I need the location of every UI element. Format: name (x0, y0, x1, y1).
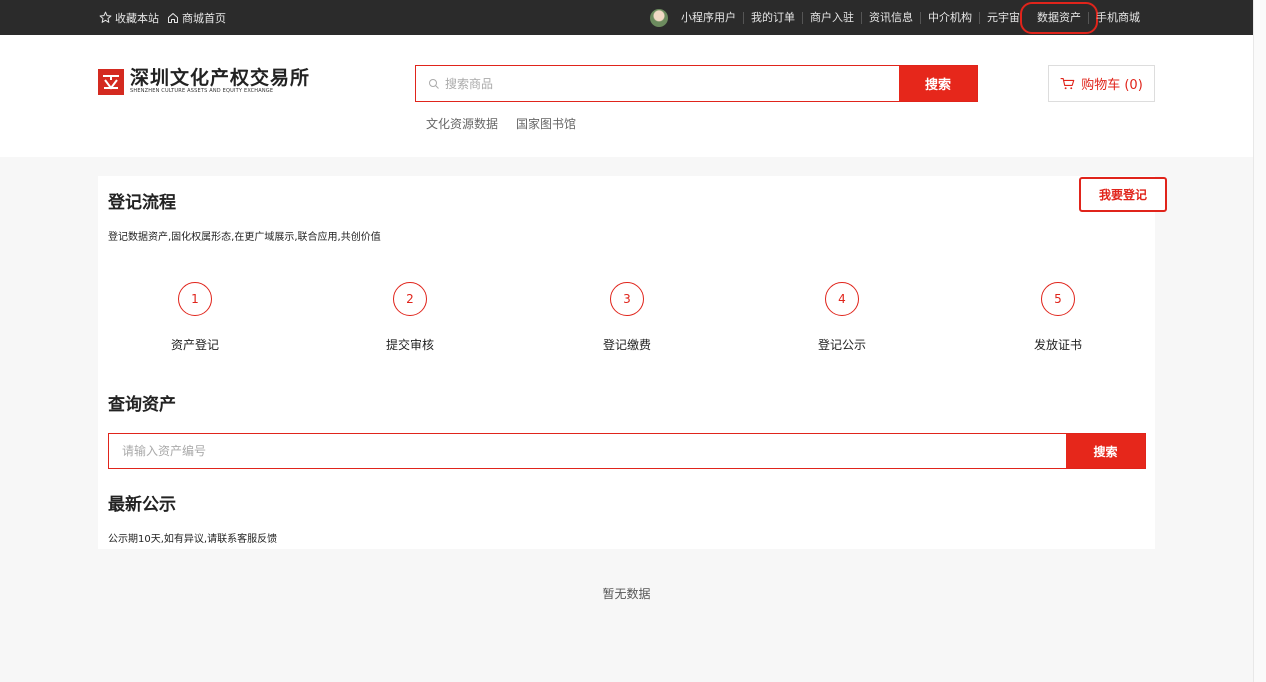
top-bar-right: 小程序用户 我的订单 商户入驻 资讯信息 中介机构 元宇宙 数据资产 手机商城 (650, 0, 1147, 35)
step-label: 登记缴费 (602, 338, 651, 352)
process-desc: 登记数据资产,固化权属形态,在更广域展示,联合应用,共创价值 (108, 232, 381, 243)
hot-link-national-library[interactable]: 国家图书馆 (516, 115, 576, 132)
hot-link-culture-data[interactable]: 文化资源数据 (426, 115, 498, 132)
step-label: 登记公示 (817, 338, 866, 352)
nav-mobile-mall[interactable]: 手机商城 (1088, 11, 1147, 24)
logo-mark-icon (98, 68, 124, 95)
nav-my-orders[interactable]: 我的订单 (743, 11, 802, 24)
asset-search-button[interactable]: 搜索 (1066, 434, 1145, 468)
step-2: 2 提交审核 (365, 282, 455, 353)
favorite-link[interactable]: 收藏本站 (99, 10, 159, 26)
home-link[interactable]: 商城首页 (167, 10, 226, 26)
step-5: 5 发放证书 (1013, 282, 1103, 353)
process-title: 登记流程 (108, 193, 176, 213)
cart-label: 购物车 (0) (1081, 78, 1143, 93)
product-search-input[interactable] (445, 76, 845, 91)
asset-query: 搜索 (108, 433, 1146, 469)
step-label: 发放证书 (1033, 338, 1082, 352)
favorite-label: 收藏本站 (115, 11, 159, 25)
product-search-button[interactable]: 搜索 (899, 66, 977, 101)
cart-button[interactable]: 购物车 (0) (1048, 65, 1155, 102)
page-scrollbar[interactable] (1253, 0, 1266, 682)
asset-number-input[interactable] (109, 434, 1066, 468)
step-3: 3 登记缴费 (582, 282, 672, 353)
top-bar: 收藏本站 商城首页 小程序用户 我的订单 商户入驻 资讯信息 中介机构 元宇宙 … (0, 0, 1253, 35)
nav-news[interactable]: 资讯信息 (861, 11, 920, 24)
step-number: 2 (393, 282, 427, 316)
logo-title: 深圳文化产权交易所 (130, 67, 311, 89)
star-icon (99, 11, 112, 23)
step-number: 1 (178, 282, 212, 316)
step-4: 4 登记公示 (797, 282, 887, 353)
avatar[interactable] (650, 8, 668, 27)
step-number: 4 (825, 282, 859, 316)
nav-metaverse[interactable]: 元宇宙 (979, 11, 1027, 24)
nav-data-assets[interactable]: 数据资产 (1020, 1, 1098, 34)
step-label: 资产登记 (170, 338, 219, 352)
nav-agencies[interactable]: 中介机构 (920, 11, 979, 24)
cart-icon (1060, 77, 1075, 90)
step-label: 提交审核 (385, 338, 434, 352)
site-logo[interactable]: 深圳文化产权交易所 SHENZHEN CULTURE ASSETS AND EQ… (98, 68, 310, 95)
home-icon (168, 12, 178, 23)
user-name[interactable]: 小程序用户 (674, 11, 743, 24)
registration-panel: 登记流程 登记数据资产,固化权属形态,在更广域展示,联合应用,共创价值 我要登记… (98, 176, 1167, 549)
hot-links: 文化资源数据 国家图书馆 (426, 115, 576, 132)
logo-subtitle: SHENZHEN CULTURE ASSETS AND EQUITY EXCHA… (130, 88, 274, 94)
step-number: 3 (610, 282, 644, 316)
home-label: 商城首页 (182, 11, 226, 25)
step-number: 5 (1041, 282, 1075, 316)
notice-title: 最新公示 (108, 495, 176, 515)
header: 深圳文化产权交易所 SHENZHEN CULTURE ASSETS AND EQ… (0, 35, 1253, 157)
product-search-field (416, 66, 899, 101)
logo-text: 深圳文化产权交易所 SHENZHEN CULTURE ASSETS AND EQ… (130, 68, 310, 95)
search-icon (429, 78, 439, 89)
nav-merchant-join[interactable]: 商户入驻 (802, 11, 861, 24)
product-search: 搜索 (415, 65, 978, 102)
empty-state: 暂无数据 (602, 587, 651, 601)
query-title: 查询资产 (108, 395, 176, 415)
top-bar-left: 收藏本站 商城首页 (99, 0, 230, 35)
notice-desc: 公示期10天,如有异议,请联系客服反馈 (108, 534, 278, 545)
register-button[interactable]: 我要登记 (1079, 177, 1167, 212)
step-1: 1 资产登记 (150, 282, 240, 353)
